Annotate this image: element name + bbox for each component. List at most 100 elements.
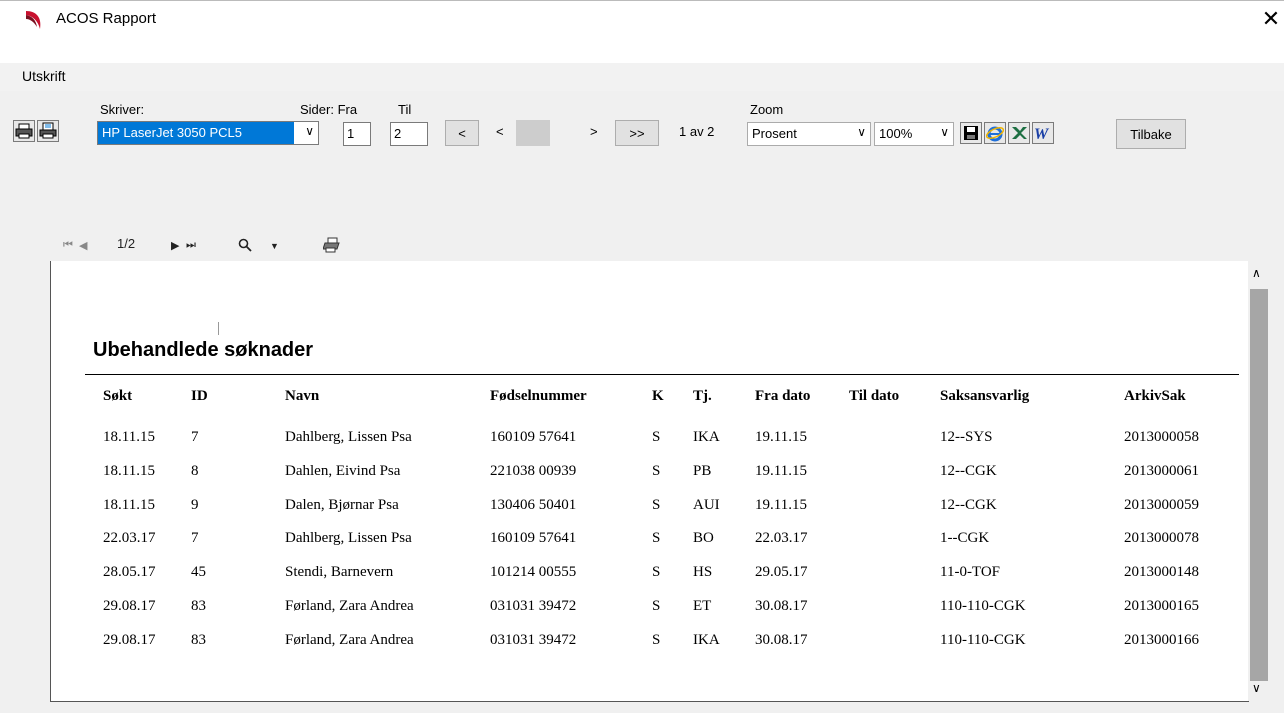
report-title: Ubehandlede søknader bbox=[93, 339, 314, 361]
page-from-input[interactable]: 1 bbox=[343, 122, 371, 146]
column-header: Saksansvarlig bbox=[940, 388, 1030, 404]
next-page-icon[interactable]: ▶ bbox=[171, 239, 179, 252]
chevron-down-icon: ∨ bbox=[857, 125, 866, 139]
table-cell: S bbox=[652, 564, 661, 580]
word-icon: W bbox=[1034, 126, 1050, 142]
table-cell: BO bbox=[693, 530, 714, 546]
menu-bar bbox=[0, 63, 1284, 91]
table-cell: 12--CGK bbox=[940, 497, 997, 513]
table-cell: 2013000148 bbox=[1124, 564, 1199, 580]
prev-page-button[interactable]: < bbox=[496, 124, 504, 139]
table-cell: 101214 00555 bbox=[490, 564, 577, 580]
zoom-mode-select[interactable]: Prosent ∨ bbox=[747, 122, 871, 146]
table-cell: S bbox=[652, 497, 661, 513]
export-html-button[interactable] bbox=[984, 122, 1006, 144]
table-cell: 160109 57641 bbox=[490, 530, 577, 546]
page-to-input[interactable]: 2 bbox=[390, 122, 428, 146]
viewer-page-indicator: 1/2 bbox=[117, 236, 136, 251]
svg-text:W: W bbox=[1034, 126, 1050, 142]
scroll-thumb[interactable] bbox=[1250, 289, 1268, 681]
search-icon[interactable] bbox=[238, 238, 252, 252]
table-cell: 19.11.15 bbox=[755, 429, 807, 445]
close-icon[interactable]: ✕ bbox=[1258, 4, 1284, 34]
table-cell: HS bbox=[693, 564, 713, 580]
table-cell: 12--CGK bbox=[940, 463, 997, 479]
table-cell: 2013000059 bbox=[1124, 497, 1199, 513]
table-cell: Førland, Zara Andrea bbox=[285, 632, 414, 648]
last-page-icon[interactable]: ⏭ bbox=[186, 239, 196, 252]
printer-select-value: HP LaserJet 3050 PCL5 bbox=[98, 122, 294, 144]
zoom-percent-select[interactable]: 100% ∨ bbox=[874, 122, 954, 146]
floppy-disk-icon bbox=[964, 126, 978, 140]
menu-item-utskrift[interactable]: Utskrift bbox=[22, 68, 66, 84]
excel-icon bbox=[1012, 127, 1027, 139]
table-cell: 29.05.17 bbox=[755, 564, 808, 580]
text-cursor bbox=[218, 322, 219, 335]
print-button[interactable] bbox=[13, 120, 35, 142]
column-header: Søkt bbox=[103, 388, 133, 404]
scroll-up-icon[interactable]: ∧ bbox=[1252, 266, 1261, 280]
table-cell: Dalen, Bjørnar Psa bbox=[285, 497, 399, 513]
title-bar bbox=[0, 0, 1284, 39]
table-cell: IKA bbox=[693, 632, 720, 648]
table-cell: 2013000166 bbox=[1124, 632, 1199, 648]
table-cell: S bbox=[652, 598, 661, 614]
next-page-button[interactable]: > bbox=[590, 124, 598, 139]
page-scroll-thumb[interactable] bbox=[516, 120, 550, 146]
table-cell: 221038 00939 bbox=[490, 463, 577, 479]
table-cell: 110-110-CGK bbox=[940, 598, 1026, 614]
table-cell: 18.11.15 bbox=[103, 497, 155, 513]
column-header: Navn bbox=[285, 388, 320, 404]
first-page-icon[interactable]: ⏮ bbox=[63, 239, 73, 252]
zoom-percent-value: 100% bbox=[879, 126, 913, 141]
table-cell: 7 bbox=[191, 429, 199, 445]
table-cell: 18.11.15 bbox=[103, 429, 155, 445]
column-header: K bbox=[652, 388, 664, 404]
table-cell: 031031 39472 bbox=[490, 632, 577, 648]
table-cell: 30.08.17 bbox=[755, 632, 808, 648]
table-cell: 45 bbox=[191, 564, 206, 580]
prev-page-icon[interactable]: ◀ bbox=[79, 239, 87, 252]
back-button[interactable]: Tilbake bbox=[1116, 119, 1186, 149]
first-page-button[interactable]: < bbox=[445, 120, 479, 146]
table-cell: S bbox=[652, 429, 661, 445]
table-cell: 19.11.15 bbox=[755, 463, 807, 479]
printer-icon bbox=[15, 123, 33, 139]
scroll-down-icon[interactable]: ∨ bbox=[1252, 681, 1261, 695]
table-cell: Førland, Zara Andrea bbox=[285, 598, 414, 614]
acos-logo-icon bbox=[26, 11, 41, 29]
table-cell: AUI bbox=[693, 497, 720, 513]
pages-from-label: Sider: Fra bbox=[300, 102, 358, 117]
table-cell: S bbox=[652, 530, 661, 546]
page-scrollbar[interactable]: < > bbox=[484, 120, 610, 146]
print-setup-button[interactable] bbox=[37, 120, 59, 142]
printer-icon[interactable] bbox=[323, 237, 341, 253]
report-page bbox=[50, 261, 1249, 702]
table-cell: 9 bbox=[191, 497, 199, 513]
table-cell: 031031 39472 bbox=[490, 598, 577, 614]
table-cell: Dahlberg, Lissen Psa bbox=[285, 429, 412, 445]
table-cell: 7 bbox=[191, 530, 199, 546]
last-page-button[interactable]: >> bbox=[615, 120, 659, 146]
table-cell: 18.11.15 bbox=[103, 463, 155, 479]
table-cell: 130406 50401 bbox=[490, 497, 577, 513]
save-button[interactable] bbox=[960, 122, 982, 144]
export-excel-button[interactable] bbox=[1008, 122, 1030, 144]
printer-select[interactable]: HP LaserJet 3050 PCL5 ∨ bbox=[97, 121, 319, 145]
table-cell: 160109 57641 bbox=[490, 429, 577, 445]
printer-label: Skriver: bbox=[100, 102, 145, 117]
table-cell: 28.05.17 bbox=[103, 564, 156, 580]
table-cell: 2013000078 bbox=[1124, 530, 1199, 546]
table-cell: 30.08.17 bbox=[755, 598, 808, 614]
caret-down-icon[interactable]: ▼ bbox=[270, 241, 279, 251]
table-cell: 1--CGK bbox=[940, 530, 990, 546]
table-cell: S bbox=[652, 463, 661, 479]
export-word-button[interactable]: W bbox=[1032, 122, 1054, 144]
table-cell: 110-110-CGK bbox=[940, 632, 1026, 648]
internet-explorer-icon bbox=[986, 126, 1004, 142]
table-cell: 19.11.15 bbox=[755, 497, 807, 513]
chevron-down-icon: ∨ bbox=[305, 124, 314, 138]
table-cell: 83 bbox=[191, 598, 206, 614]
table-cell: 22.03.17 bbox=[755, 530, 808, 546]
table-cell: 29.08.17 bbox=[103, 598, 156, 614]
